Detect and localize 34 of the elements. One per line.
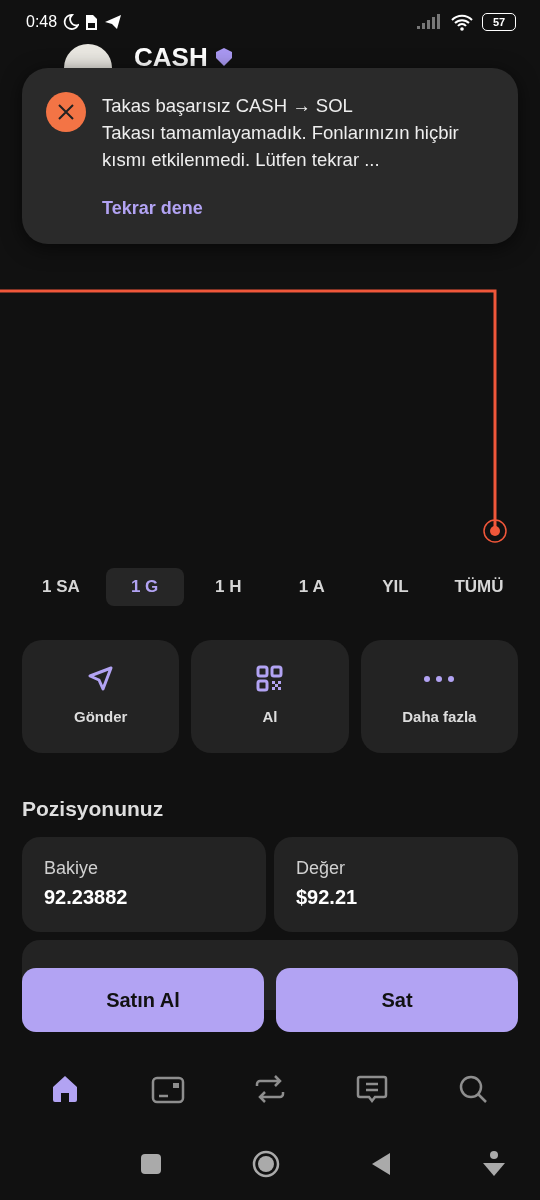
trade-button[interactable]: Sat: [276, 968, 518, 1032]
home-button-icon[interactable]: [252, 1150, 280, 1178]
moon-icon: [61, 13, 80, 31]
more-icon: [424, 676, 455, 683]
wifi-icon: [450, 13, 474, 31]
timeframe-tab[interactable]: 1 SA: [22, 568, 100, 606]
stat-value: 92.23882: [44, 884, 129, 910]
timeframe-tab[interactable]: 1 H: [189, 568, 268, 606]
timeframe-tab[interactable]: 1 G: [105, 568, 184, 606]
timeframe-tab[interactable]: TÜMÜ: [439, 568, 518, 606]
toast-title: Takas başarısız CASH → SOL: [102, 94, 354, 118]
retry-link[interactable]: Tekrar dene: [102, 195, 203, 222]
trade-button[interactable]: Satın Al: [22, 968, 264, 1032]
section-title: Pozisyonunuz: [21, 796, 165, 822]
back-icon[interactable]: [370, 1152, 392, 1176]
battery-icon: 57: [482, 13, 516, 31]
recents-icon[interactable]: [140, 1153, 162, 1175]
sim-icon: [83, 13, 100, 31]
action-button[interactable]: Daha fazla: [360, 640, 518, 753]
qr-code-icon: [255, 664, 285, 695]
signal-icon: [416, 14, 442, 30]
action-button[interactable]: Al: [191, 640, 349, 753]
timeframe-tab[interactable]: YIL: [356, 568, 435, 606]
token-title: CASH: [134, 44, 208, 70]
action-button[interactable]: Gönder: [22, 640, 180, 753]
stat-label: Değer: [296, 856, 347, 880]
stat-value: $92.21: [296, 884, 359, 910]
assistant-icon[interactable]: [482, 1151, 506, 1177]
timeframe-tab[interactable]: 1 A: [272, 568, 351, 606]
stat-label: Bakiye: [44, 856, 100, 880]
telegram-icon: [103, 13, 124, 31]
toast-message: Takası tamamlayamadık. Fonlarınızın hiçbir kısmı etkilenmedi. Lütfen tekrar ...: [102, 121, 460, 172]
status-time: 0:48: [26, 12, 58, 32]
verified-badge-icon: [215, 48, 232, 66]
